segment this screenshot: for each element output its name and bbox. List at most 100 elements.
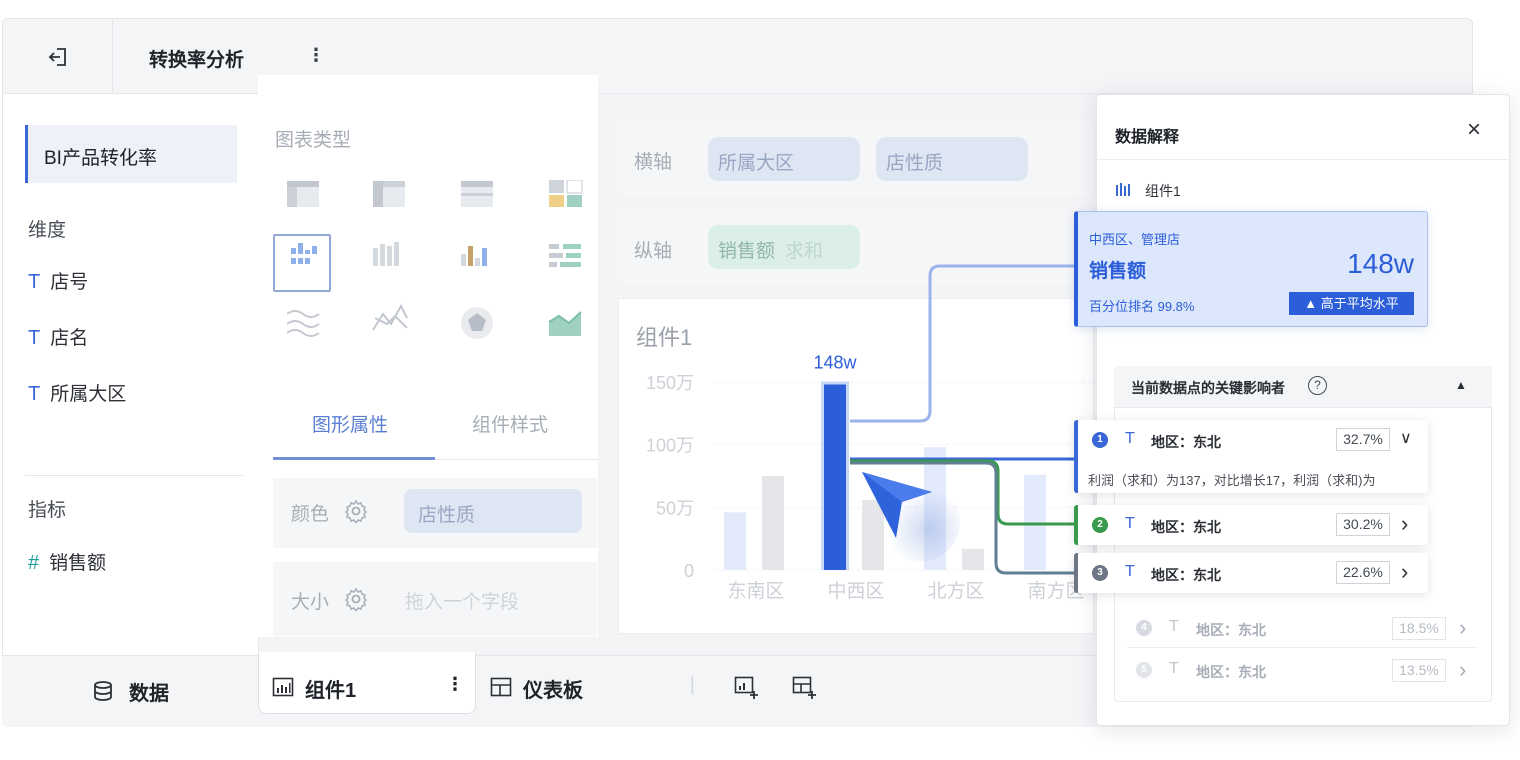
chart-type-heading: 图表类型 xyxy=(275,130,352,151)
column-chart-icon[interactable] xyxy=(291,243,317,264)
dimension-heading: 维度 xyxy=(28,220,67,241)
bar-highlighted xyxy=(824,384,846,570)
measure-field[interactable]: # 销售额 xyxy=(28,548,106,575)
bar xyxy=(1024,474,1046,570)
y-axis-field-chip[interactable]: 销售额 求和 xyxy=(708,225,860,269)
tab-component-style[interactable]: 组件样式 xyxy=(472,410,548,437)
tab-separator: | xyxy=(690,674,695,694)
y-tick-label: 150万 xyxy=(646,373,694,393)
color-label: 颜色 xyxy=(291,504,330,525)
highlight-value-label: 148w xyxy=(813,353,857,373)
drawer-title: 数据解释 xyxy=(1115,129,1180,146)
influencer-percent: 22.6% xyxy=(1336,561,1390,584)
chevron-right-icon[interactable]: › xyxy=(1459,615,1466,641)
top-bar: 转换率分析 ⋮ xyxy=(3,19,1472,94)
chevron-right-icon[interactable]: › xyxy=(1401,511,1408,537)
chevron-right-icon[interactable]: › xyxy=(1401,559,1408,585)
group-table-icon[interactable] xyxy=(461,181,493,207)
text-field-icon: T xyxy=(28,271,41,293)
multi-column-chart-icon[interactable] xyxy=(461,246,487,266)
radar-chart-icon[interactable] xyxy=(461,307,493,339)
rank-2-icon: 2 xyxy=(1092,517,1108,533)
x-axis-label: 横轴 xyxy=(634,152,673,173)
text-field-icon: T xyxy=(28,383,41,405)
number-field-icon: # xyxy=(28,552,40,574)
bar xyxy=(962,548,984,570)
influencer-label: 地区：东北 xyxy=(1196,664,1266,680)
y-tick-label: 0 xyxy=(684,561,694,581)
detail-table-icon[interactable] xyxy=(287,181,319,207)
exit-icon xyxy=(48,47,66,66)
size-label: 大小 xyxy=(291,592,330,613)
influencer-description: 利润（求和）为137，对比增长17，利润（求和)为 xyxy=(1088,473,1376,488)
tab-data[interactable]: 数据 xyxy=(2,655,258,727)
collapse-icon[interactable]: ▲ xyxy=(1455,378,1467,392)
settings-gear-icon[interactable] xyxy=(344,587,368,611)
dimension-field[interactable]: T 店名 xyxy=(28,323,88,350)
data-point-rank: 百分位排名 99.8% xyxy=(1089,299,1195,314)
tab-component-label: 组件1 xyxy=(305,680,357,702)
settings-gear-icon[interactable] xyxy=(344,499,368,523)
component-chart-icon xyxy=(272,677,294,697)
area-chart-icon[interactable] xyxy=(548,311,582,336)
x-axis-field-chip[interactable]: 店性质 xyxy=(876,137,1028,181)
key-influencers-heading: 当前数据点的关键影响者 xyxy=(1131,380,1285,396)
rank-5-icon: 5 xyxy=(1136,662,1152,678)
title-more-menu-icon[interactable]: ⋮ xyxy=(307,45,325,66)
chart-type-grid xyxy=(287,180,583,339)
page-title: 转换率分析 xyxy=(149,50,245,71)
help-icon[interactable]: ? xyxy=(1308,376,1327,395)
dataset-item[interactable]: BI产品转化率 xyxy=(25,125,237,183)
tab-graphic-properties[interactable]: 图形属性 xyxy=(312,410,388,437)
y-axis-label: 纵轴 xyxy=(634,241,673,262)
cursor-pointer-icon xyxy=(862,472,960,562)
size-field-placeholder[interactable]: 拖入一个字段 xyxy=(405,587,519,614)
color-table-icon[interactable] xyxy=(549,180,583,207)
x-axis-field-chip[interactable]: 所属大区 xyxy=(708,137,860,181)
bar xyxy=(724,512,746,570)
bar-chart-icon[interactable] xyxy=(549,244,581,267)
close-icon[interactable]: × xyxy=(1467,116,1481,144)
x-tick-label: 北方区 xyxy=(927,580,984,602)
cross-table-icon[interactable] xyxy=(373,181,405,207)
rank-4-icon: 4 xyxy=(1136,620,1152,636)
component-more-menu-icon[interactable]: ⋮ xyxy=(446,674,464,695)
dashboard-icon xyxy=(490,677,512,697)
text-field-icon: T xyxy=(1169,618,1179,635)
add-dashboard-icon[interactable] xyxy=(791,673,819,701)
chevron-right-icon[interactable]: › xyxy=(1459,657,1466,683)
measure-heading: 指标 xyxy=(28,500,67,521)
stacked-column-chart-icon[interactable] xyxy=(373,242,399,266)
dimension-field[interactable]: T 所属大区 xyxy=(28,379,126,406)
data-point-path: 中西区、管理店 xyxy=(1089,232,1181,247)
influencer-label: 地区：东北 xyxy=(1196,622,1266,638)
above-average-badge: ▲ 高于平均水平 xyxy=(1289,292,1414,315)
exit-button[interactable] xyxy=(3,19,113,94)
color-field-chip[interactable]: 店性质 xyxy=(404,489,582,533)
dimension-field[interactable]: T 店号 xyxy=(28,267,88,294)
expand-chevron-icon[interactable]: ∨ xyxy=(1400,428,1412,448)
data-panel: BI产品转化率 维度 T 店号 T 店名 T 所属大区 指标 # 销售额 xyxy=(3,94,259,656)
influencer-percent: 32.7% xyxy=(1336,428,1390,451)
influencer-label: 地区：东北 xyxy=(1151,567,1221,583)
divider xyxy=(25,475,243,476)
database-icon xyxy=(94,681,112,701)
text-field-icon: T xyxy=(1125,563,1135,580)
add-component-icon[interactable] xyxy=(733,673,761,701)
tab-dashboard[interactable]: 仪表板 xyxy=(523,674,583,703)
x-tick-label: 东南区 xyxy=(727,580,784,602)
data-point-measure: 销售额 xyxy=(1089,261,1147,282)
bar xyxy=(762,476,784,570)
line-chart-icon[interactable] xyxy=(372,303,408,331)
text-field-icon: T xyxy=(28,327,41,349)
tab-active-indicator xyxy=(273,457,435,460)
component-chart-icon xyxy=(1116,183,1130,196)
y-tick-label: 100万 xyxy=(646,436,694,456)
wave-chart-icon[interactable] xyxy=(287,310,320,337)
influencer-percent: 13.5% xyxy=(1392,659,1446,682)
y-tick-label: 50万 xyxy=(656,498,694,518)
influencer-percent: 30.2% xyxy=(1336,513,1390,536)
rank-1-icon: 1 xyxy=(1092,432,1108,448)
x-tick-label: 中西区 xyxy=(827,580,884,602)
text-field-icon: T xyxy=(1169,660,1179,677)
